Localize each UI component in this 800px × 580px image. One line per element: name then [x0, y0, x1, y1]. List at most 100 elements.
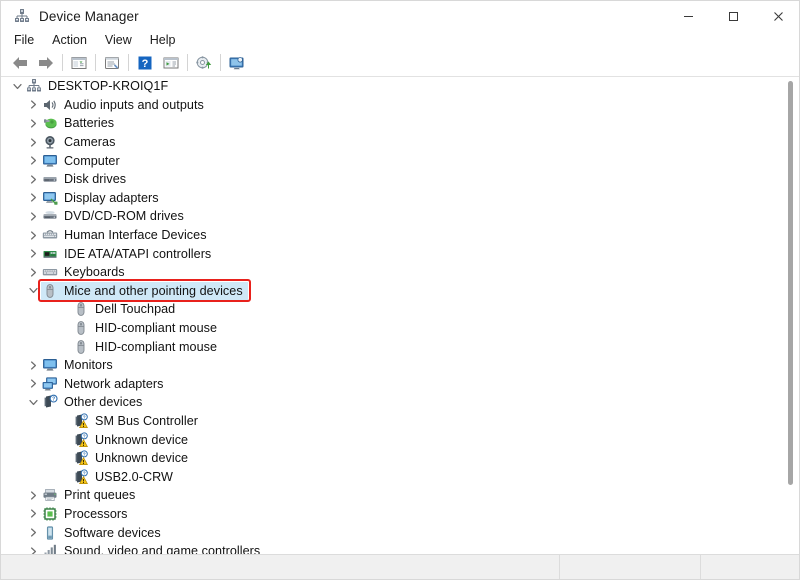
window-title: Device Manager [39, 9, 139, 24]
display-adapter-icon [41, 190, 59, 206]
status-panel-2 [700, 555, 800, 579]
unknown-device-warning-icon: ? [72, 450, 90, 466]
tree-node-label: Display adapters [64, 191, 159, 205]
tree-node[interactable]: Disk drives [2, 170, 780, 189]
chevron-right-icon[interactable] [26, 360, 41, 371]
menu-action[interactable]: Action [43, 32, 96, 48]
tree-node[interactable]: Print queues [2, 486, 780, 505]
scan-for-hardware-changes-button[interactable] [191, 51, 217, 75]
tree-node[interactable]: Mice and other pointing devices [2, 282, 780, 301]
tree-root-node[interactable]: DESKTOP-KROIQ1F [2, 77, 780, 96]
title-bar: Device Manager [1, 1, 800, 31]
status-panel-1 [559, 555, 700, 579]
chevron-right-icon[interactable] [26, 192, 41, 203]
tree-node-label: IDE ATA/ATAPI controllers [64, 247, 211, 261]
network-adapter-icon [41, 376, 59, 392]
tree-node[interactable]: Network adapters [2, 375, 780, 394]
unknown-device-warning-icon: ? [72, 432, 90, 448]
close-button[interactable] [756, 1, 800, 31]
remote-display-button[interactable] [224, 51, 250, 75]
toolbar-separator [220, 54, 221, 71]
back-button[interactable] [7, 51, 33, 75]
tree-node-label: Software devices [64, 526, 161, 540]
help-button[interactable]: ? [132, 51, 158, 75]
vertical-scrollbar[interactable] [783, 77, 798, 555]
maximize-button[interactable] [711, 1, 756, 31]
tree-node[interactable]: Software devices [2, 523, 780, 542]
menu-help[interactable]: Help [141, 32, 185, 48]
speaker-icon [41, 97, 59, 113]
chevron-right-icon[interactable] [26, 137, 41, 148]
status-bar [1, 554, 800, 579]
menu-file[interactable]: File [5, 32, 43, 48]
processor-icon [41, 506, 59, 522]
svg-text:?: ? [83, 470, 86, 475]
tree-node[interactable]: IDE ATA/ATAPI controllers [2, 244, 780, 263]
chevron-right-icon[interactable] [26, 99, 41, 110]
ide-controller-icon [41, 246, 59, 262]
chevron-right-icon[interactable] [26, 527, 41, 538]
tree-node[interactable]: Cameras [2, 133, 780, 152]
menu-view[interactable]: View [96, 32, 141, 48]
toolbar-separator [128, 54, 129, 71]
chevron-down-icon[interactable] [10, 81, 25, 92]
chevron-right-icon[interactable] [26, 174, 41, 185]
svg-text:?: ? [142, 58, 149, 70]
tree-node[interactable]: HID-compliant mouse [2, 319, 780, 338]
chevron-right-icon[interactable] [26, 267, 41, 278]
mouse-icon [41, 283, 59, 299]
tree-node-label: DESKTOP-KROIQ1F [48, 79, 168, 93]
tree-node-label: Cameras [64, 135, 115, 149]
unknown-device-warning-icon: ? [72, 413, 90, 429]
tree-node[interactable]: ? SM Bus Controller [2, 412, 780, 431]
tree-node[interactable]: Monitors [2, 356, 780, 375]
tree-node[interactable]: ? Unknown device [2, 449, 780, 468]
scrollbar-thumb[interactable] [788, 81, 793, 485]
chevron-right-icon[interactable] [26, 378, 41, 389]
tree-node-label: Processors [64, 507, 128, 521]
chevron-right-icon[interactable] [26, 118, 41, 129]
minimize-button[interactable] [666, 1, 711, 31]
tree-node-label: HID-compliant mouse [95, 340, 217, 354]
tree-node-label: DVD/CD-ROM drives [64, 209, 184, 223]
properties-button[interactable] [99, 51, 125, 75]
camera-icon [41, 134, 59, 150]
update-driver-button[interactable] [158, 51, 184, 75]
forward-button[interactable] [33, 51, 59, 75]
other-device-icon: ? [41, 394, 59, 410]
show-hide-console-tree-button[interactable] [66, 51, 92, 75]
chevron-down-icon[interactable] [26, 397, 41, 408]
tree-node[interactable]: ?Unknown device [2, 430, 780, 449]
tree-node[interactable]: DVD/CD-ROM drives [2, 207, 780, 226]
tree-node[interactable]: ?USB2.0-CRW [2, 467, 780, 486]
device-tree[interactable]: DESKTOP-KROIQ1F Audio inputs and outputsB… [2, 77, 780, 555]
chevron-right-icon[interactable] [26, 230, 41, 241]
chevron-down-icon[interactable] [26, 285, 41, 296]
monitor-icon [41, 357, 59, 373]
chevron-right-icon[interactable] [26, 248, 41, 259]
tree-node-label: SM Bus Controller [95, 414, 198, 428]
device-manager-window: Device Manager File Action View Help [0, 0, 800, 580]
tree-node[interactable]: Computer [2, 151, 780, 170]
tree-node[interactable]: Dell Touchpad [2, 300, 780, 319]
tree-node-label: Network adapters [64, 377, 164, 391]
tree-node[interactable]: ?Other devices [2, 393, 780, 412]
computer-root-icon [25, 78, 43, 94]
chevron-right-icon[interactable] [26, 155, 41, 166]
disk-drive-icon [41, 171, 59, 187]
chevron-right-icon[interactable] [26, 508, 41, 519]
toolbar-separator [62, 54, 63, 71]
tree-node[interactable]: Batteries [2, 114, 780, 133]
battery-icon [41, 115, 59, 131]
chevron-right-icon[interactable] [26, 490, 41, 501]
tree-node[interactable]: Display adapters [2, 189, 780, 208]
tree-node-label: Unknown device [95, 451, 188, 465]
tree-node[interactable]: HID-compliant mouse [2, 337, 780, 356]
chevron-right-icon[interactable] [26, 211, 41, 222]
tree-node[interactable]: Audio inputs and outputs [2, 96, 780, 115]
tree-node[interactable]: Human Interface Devices [2, 226, 780, 245]
mouse-icon [72, 339, 90, 355]
tree-node[interactable]: Processors [2, 505, 780, 524]
software-device-icon [41, 525, 59, 541]
tree-node[interactable]: Keyboards [2, 263, 780, 282]
